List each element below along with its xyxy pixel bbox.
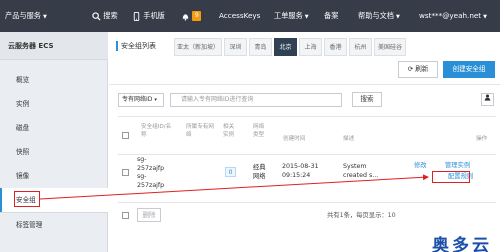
account-label: wst***@yeah.net [419,11,482,20]
filter-type-select[interactable]: 专有网络ID ▾ [118,93,164,107]
bulk-delete-button[interactable]: 删除 [137,208,161,222]
column-header-description: 描述 [343,136,355,142]
annotation-highlight-configure-rules [432,171,470,183]
mobile-phone-icon [133,11,140,21]
create-security-group-button[interactable]: 创建安全组 [443,61,495,78]
annotation-highlight-security-group [14,191,40,207]
row-description: System created s... [343,163,378,180]
column-header-created: 创建时间 [283,136,306,142]
row-network-type: 经典 网络 [253,164,266,181]
select-all-checkbox[interactable] [122,132,129,139]
tab-region-hongkong[interactable]: 香港 [324,38,347,56]
top-navigation-bar: 产品与服务 ▼ 搜索 手机版 9 AccessKeys 工单服务 ▼ 备案 帮助与文… [0,0,500,32]
notification-count-badge: 9 [192,11,202,21]
column-header-network-type: 网络类型 [253,124,265,138]
account-menu[interactable]: wst***@yeah.net ▼ [419,0,487,32]
table-top-border [118,116,496,117]
sidebar-item-overview[interactable]: 概览 [0,68,108,92]
sidebar: 云服务器 ECS 概览 实例 磁盘 快照 镜像 安全组 标签管理 [0,32,108,252]
tab-region-hangzhou[interactable]: 杭州 [349,38,372,56]
notifications-button[interactable]: 9 [181,0,202,32]
filing-link[interactable]: 备案 [324,0,338,32]
sidebar-item-instances[interactable]: 实例 [0,92,108,116]
accesskeys-link[interactable]: AccessKeys [219,0,260,32]
pagination-summary: 共有1条，每页显示：10 [327,212,396,219]
chevron-down-icon: ▼ [483,14,487,20]
main-content: 安全组列表 亚太（新加坡） 深圳 青岛 北京 上海 香港 杭州 美国硅谷 ⟳ 刷… [109,32,500,252]
search-label: 搜索 [103,11,118,20]
search-input[interactable]: 请输入专有网络ID进行查询 [170,93,342,107]
tab-region-singapore[interactable]: 亚太（新加坡） [174,38,222,56]
refresh-icon: ⟳ [407,65,414,73]
column-header-id-name: 安全组ID/名称 [141,124,172,138]
search-icon [92,11,101,21]
mobile-label: 手机版 [143,11,165,20]
chevron-down-icon: ▼ [42,14,47,20]
help-menu[interactable]: 帮助与文档 ▼ [358,0,400,32]
select-arrow-icon: ▾ [154,97,157,103]
column-header-actions: 操作 [476,136,488,142]
refresh-button[interactable]: ⟳ 刷新 [398,61,438,78]
table-header-border [118,154,496,155]
search-link[interactable]: 搜索 [92,0,118,32]
tab-region-shenzhen[interactable]: 深圳 [224,38,247,56]
sidebar-title: 云服务器 ECS [0,32,108,60]
modify-link[interactable]: 修改 [414,162,427,171]
chevron-down-icon: ▼ [304,14,309,20]
security-group-name-suffix: 257zajfp [137,181,165,189]
description-line-1: System [343,163,367,170]
security-group-id-prefix: sg- [137,156,147,163]
security-group-id-suffix: 257zajfp [137,164,165,172]
title-accent-bar [116,41,118,51]
table-row-border [118,202,496,203]
row-checkbox[interactable] [122,169,129,176]
toolbar-divider [109,84,500,85]
sidebar-item-images[interactable]: 镜像 [0,164,108,188]
search-button[interactable]: 搜索 [352,92,382,107]
page-title-text: 安全组列表 [121,42,156,50]
tab-region-us-silicon-valley[interactable]: 美国硅谷 [374,38,406,56]
manage-instances-link[interactable]: 管理实例 [445,162,470,171]
user-settings-button[interactable] [481,93,494,106]
created-time: 09:15:24 [282,171,311,179]
help-label: 帮助与文档 [358,11,394,20]
mobile-link[interactable]: 手机版 [132,0,165,32]
tickets-label: 工单服务 [274,11,303,20]
description-line-2: created s... [343,171,379,179]
sidebar-item-tags[interactable]: 标签管理 [0,213,108,237]
column-header-vpc: 所属专有网络 [186,124,214,138]
tickets-menu[interactable]: 工单服务 ▼ [274,0,309,32]
security-group-name-prefix: sg- [137,173,147,180]
products-label: 产品与服务 [5,11,41,20]
refresh-label: 刷新 [415,65,429,73]
sidebar-item-snapshots[interactable]: 快照 [0,140,108,164]
tab-region-beijing[interactable]: 北京 [274,38,297,56]
network-type-line-2: 网络 [253,172,266,180]
bell-icon [182,13,189,21]
footer-select-all-checkbox[interactable] [122,212,129,219]
watermark-logo: 奥多云 [432,236,492,252]
column-header-instances: 相关实例 [223,124,235,138]
user-icon [484,94,491,101]
sidebar-item-disks[interactable]: 磁盘 [0,116,108,140]
tab-region-shanghai[interactable]: 上海 [299,38,322,56]
row-created-time: 2015-08-31 09:15:24 [282,163,319,180]
security-group-id-name: sg- 257zajfp sg- 257zajfp [137,156,164,190]
chevron-down-icon: ▼ [395,14,400,20]
filter-type-value: 专有网络ID [122,96,153,103]
related-instances-count[interactable]: 0 [225,167,236,177]
tab-region-qingdao[interactable]: 青岛 [249,38,272,56]
page-title: 安全组列表 [116,41,156,51]
created-date: 2015-08-31 [282,163,319,170]
products-menu[interactable]: 产品与服务 ▼ [5,0,47,32]
network-type-line-1: 经典 [253,164,266,171]
